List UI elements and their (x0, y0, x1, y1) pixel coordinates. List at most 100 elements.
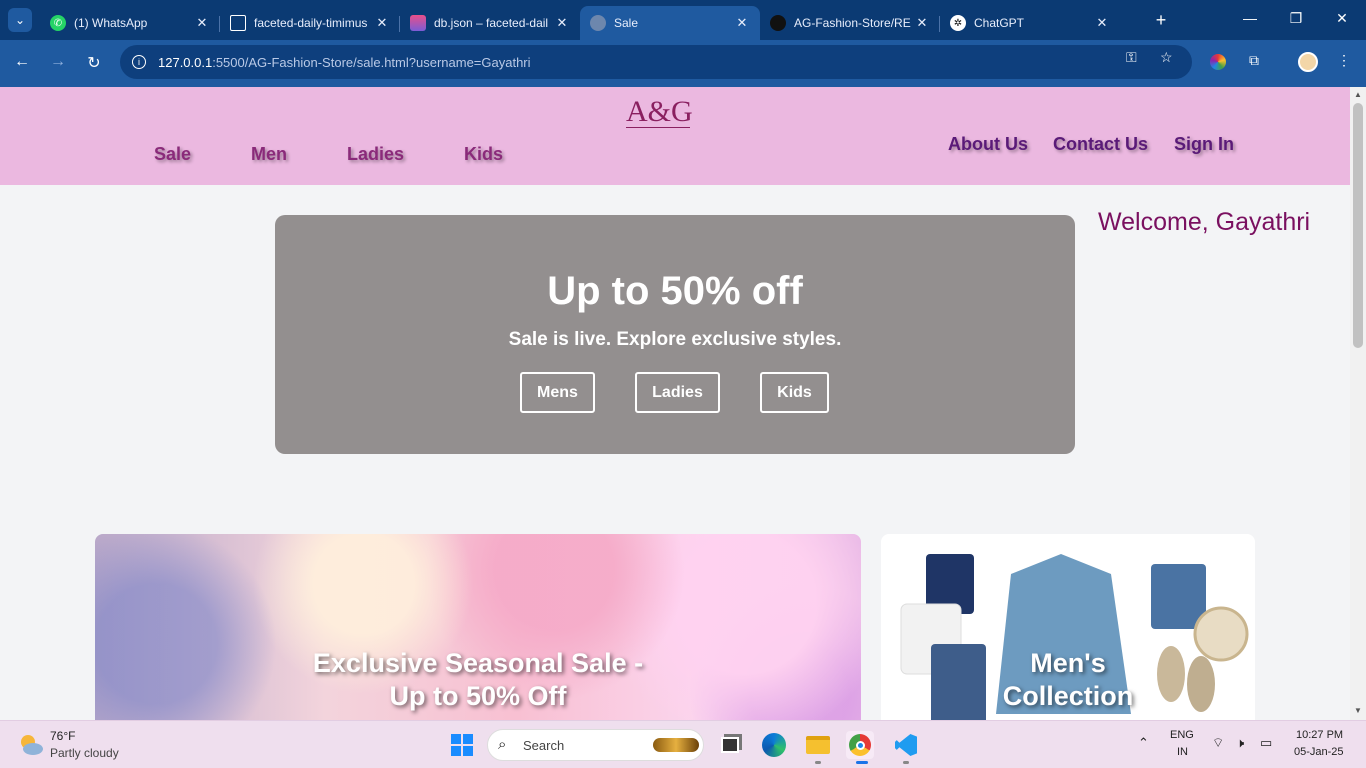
blue-shirt-shape (1151, 564, 1206, 629)
close-icon[interactable]: ✕ (194, 15, 210, 31)
tab-title: faceted-daily-timimus (254, 16, 368, 30)
extensions-puzzle-icon[interactable]: ⧉ (1244, 52, 1264, 72)
vscode-icon[interactable] (892, 731, 920, 759)
weather-temp[interactable]: 76°F (50, 729, 75, 743)
tab-title: db.json – faceted-dail (434, 16, 549, 30)
tab-sale[interactable]: Sale ✕ (580, 6, 760, 40)
browser-tab-bar: ⌄ ✆ (1) WhatsApp ✕ faceted-daily-timimus… (0, 0, 1366, 40)
tab-strip: ✆ (1) WhatsApp ✕ faceted-daily-timimus ✕… (40, 6, 1120, 40)
nav-link-contact-us[interactable]: Contact Us (1053, 134, 1148, 155)
straw-hat-shape (1193, 606, 1249, 662)
welcome-message: Welcome, Gayathri (1098, 208, 1311, 236)
close-icon[interactable]: ✕ (374, 15, 390, 31)
new-tab-button[interactable]: + (1150, 10, 1172, 31)
hero-kids-button[interactable]: Kids (760, 372, 829, 413)
file-explorer-icon[interactable] (804, 731, 832, 759)
search-icon: ⌕ (498, 736, 507, 753)
logo-underline (626, 127, 690, 128)
mens-collection-title: Men's Collection (968, 647, 1168, 713)
back-arrow-icon[interactable]: ← (11, 53, 33, 71)
nav-link-ladies[interactable]: Ladies (347, 144, 404, 165)
tab-github[interactable]: AG-Fashion-Store/RE ✕ (760, 8, 940, 38)
stack-icon (410, 15, 426, 31)
mens-collection-title-line2: Collection (1002, 681, 1134, 711)
close-icon[interactable]: ✕ (554, 15, 570, 31)
more-menu-icon[interactable]: ⋮ (1334, 52, 1354, 72)
codesandbox-icon (230, 15, 246, 31)
task-view-icon[interactable] (716, 731, 744, 759)
nav-link-sale[interactable]: Sale (154, 144, 191, 165)
restore-icon[interactable]: ❐ (1286, 10, 1306, 27)
close-icon[interactable]: ✕ (734, 15, 750, 31)
tab-whatsapp[interactable]: ✆ (1) WhatsApp ✕ (40, 8, 220, 38)
tab-db-json[interactable]: db.json – faceted-dail ✕ (400, 8, 580, 38)
tab-chatgpt[interactable]: ✲ ChatGPT ✕ (940, 8, 1120, 38)
url-path: :5500/AG-Fashion-Store/sale.html?usernam… (212, 54, 531, 70)
hero-ladies-button[interactable]: Ladies (635, 372, 720, 413)
nav-link-about-us[interactable]: About Us (948, 134, 1028, 155)
taskbar-search[interactable]: ⌕ Search (487, 729, 704, 761)
mens-collection-title-line1: Men's (1030, 648, 1106, 678)
close-icon[interactable]: ✕ (914, 15, 930, 31)
tab-title: (1) WhatsApp (74, 16, 148, 30)
clock-time[interactable]: 10:27 PM (1296, 729, 1343, 741)
forward-arrow-icon[interactable]: → (47, 53, 69, 71)
tab-codesandbox[interactable]: faceted-daily-timimus ✕ (220, 8, 400, 38)
windows-start-icon[interactable] (448, 731, 476, 759)
site-logo[interactable]: A&G (626, 95, 693, 129)
close-icon[interactable]: ✕ (1094, 15, 1110, 31)
mens-collection-card[interactable]: Men's Collection (881, 534, 1255, 720)
close-window-icon[interactable]: ✕ (1332, 10, 1352, 27)
tab-search-button[interactable]: ⌄ (8, 8, 32, 32)
github-icon (770, 15, 786, 31)
tab-title: Sale (614, 16, 639, 30)
seasonal-sale-title-line2: Up to 50% Off (389, 681, 567, 711)
star-icon[interactable]: ☆ (1160, 49, 1173, 66)
scrollbar-thumb[interactable] (1353, 103, 1363, 348)
nav-link-men[interactable]: Men (251, 144, 287, 165)
search-highlight-image (653, 738, 699, 752)
nav-link-kids[interactable]: Kids (464, 144, 503, 165)
browser-toolbar: ← → ↻ i 127.0.0.1:5500/AG-Fashion-Store/… (0, 40, 1366, 87)
speaker-muted-icon[interactable]: 🕨 (1236, 735, 1244, 751)
clock-date[interactable]: 05-Jan-25 (1294, 746, 1344, 758)
scroll-up-icon[interactable]: ▲ (1350, 90, 1366, 99)
globe-icon (590, 15, 606, 31)
language-region[interactable]: IN (1177, 746, 1188, 758)
tab-title: ChatGPT (974, 16, 1025, 30)
page-viewport: A&G Sale Men Ladies Kids About Us Contac… (0, 87, 1350, 720)
minimize-icon[interactable]: — (1240, 10, 1260, 26)
site-info-icon[interactable]: i (132, 55, 146, 69)
windows-taskbar: 76°F Partly cloudy ⌕ Search ⌃ ENG IN ⌔ 🕨… (0, 720, 1366, 768)
address-bar[interactable]: i 127.0.0.1:5500/AG-Fashion-Store/sale.h… (120, 45, 1192, 79)
site-header: A&G Sale Men Ladies Kids About Us Contac… (0, 87, 1350, 185)
edge-browser-icon[interactable] (760, 731, 788, 759)
active-indicator (856, 761, 868, 764)
seasonal-sale-card[interactable]: Exclusive Seasonal Sale - Up to 50% Off (95, 534, 861, 720)
hero-subtitle: Sale is live. Explore exclusive styles. (508, 329, 842, 350)
hero-banner: Up to 50% off Sale is live. Explore excl… (275, 215, 1075, 454)
chatgpt-icon: ✲ (950, 15, 966, 31)
chevron-up-icon[interactable]: ⌃ (1138, 735, 1149, 751)
chrome-icon[interactable] (846, 731, 874, 759)
scroll-down-icon[interactable]: ▼ (1350, 706, 1366, 715)
partly-cloudy-icon (21, 735, 43, 755)
color-wheel-extension-icon[interactable] (1208, 52, 1228, 72)
battery-icon[interactable]: ▭ (1260, 735, 1272, 751)
weather-desc[interactable]: Partly cloudy (50, 746, 119, 760)
seasonal-sale-title-line1: Exclusive Seasonal Sale - (312, 648, 644, 678)
seasonal-sale-title: Exclusive Seasonal Sale - Up to 50% Off (278, 647, 678, 713)
hero-title: Up to 50% off (547, 269, 803, 313)
hero-mens-button[interactable]: Mens (520, 372, 595, 413)
page-scrollbar[interactable]: ▲ ▼ (1350, 87, 1366, 720)
language-code[interactable]: ENG (1170, 729, 1194, 741)
key-icon[interactable]: ⚿ (1126, 49, 1137, 66)
tab-title: AG-Fashion-Store/RE (794, 16, 911, 30)
reload-icon[interactable]: ↻ (83, 53, 105, 73)
shoe-right-shape (1187, 656, 1215, 712)
nav-link-sign-in[interactable]: Sign In (1174, 134, 1234, 155)
url-host: 127.0.0.1 (158, 54, 213, 70)
wifi-icon[interactable]: ⌔ (1212, 735, 1224, 751)
taskbar-search-label: Search (523, 738, 565, 753)
profile-avatar[interactable] (1298, 52, 1318, 72)
